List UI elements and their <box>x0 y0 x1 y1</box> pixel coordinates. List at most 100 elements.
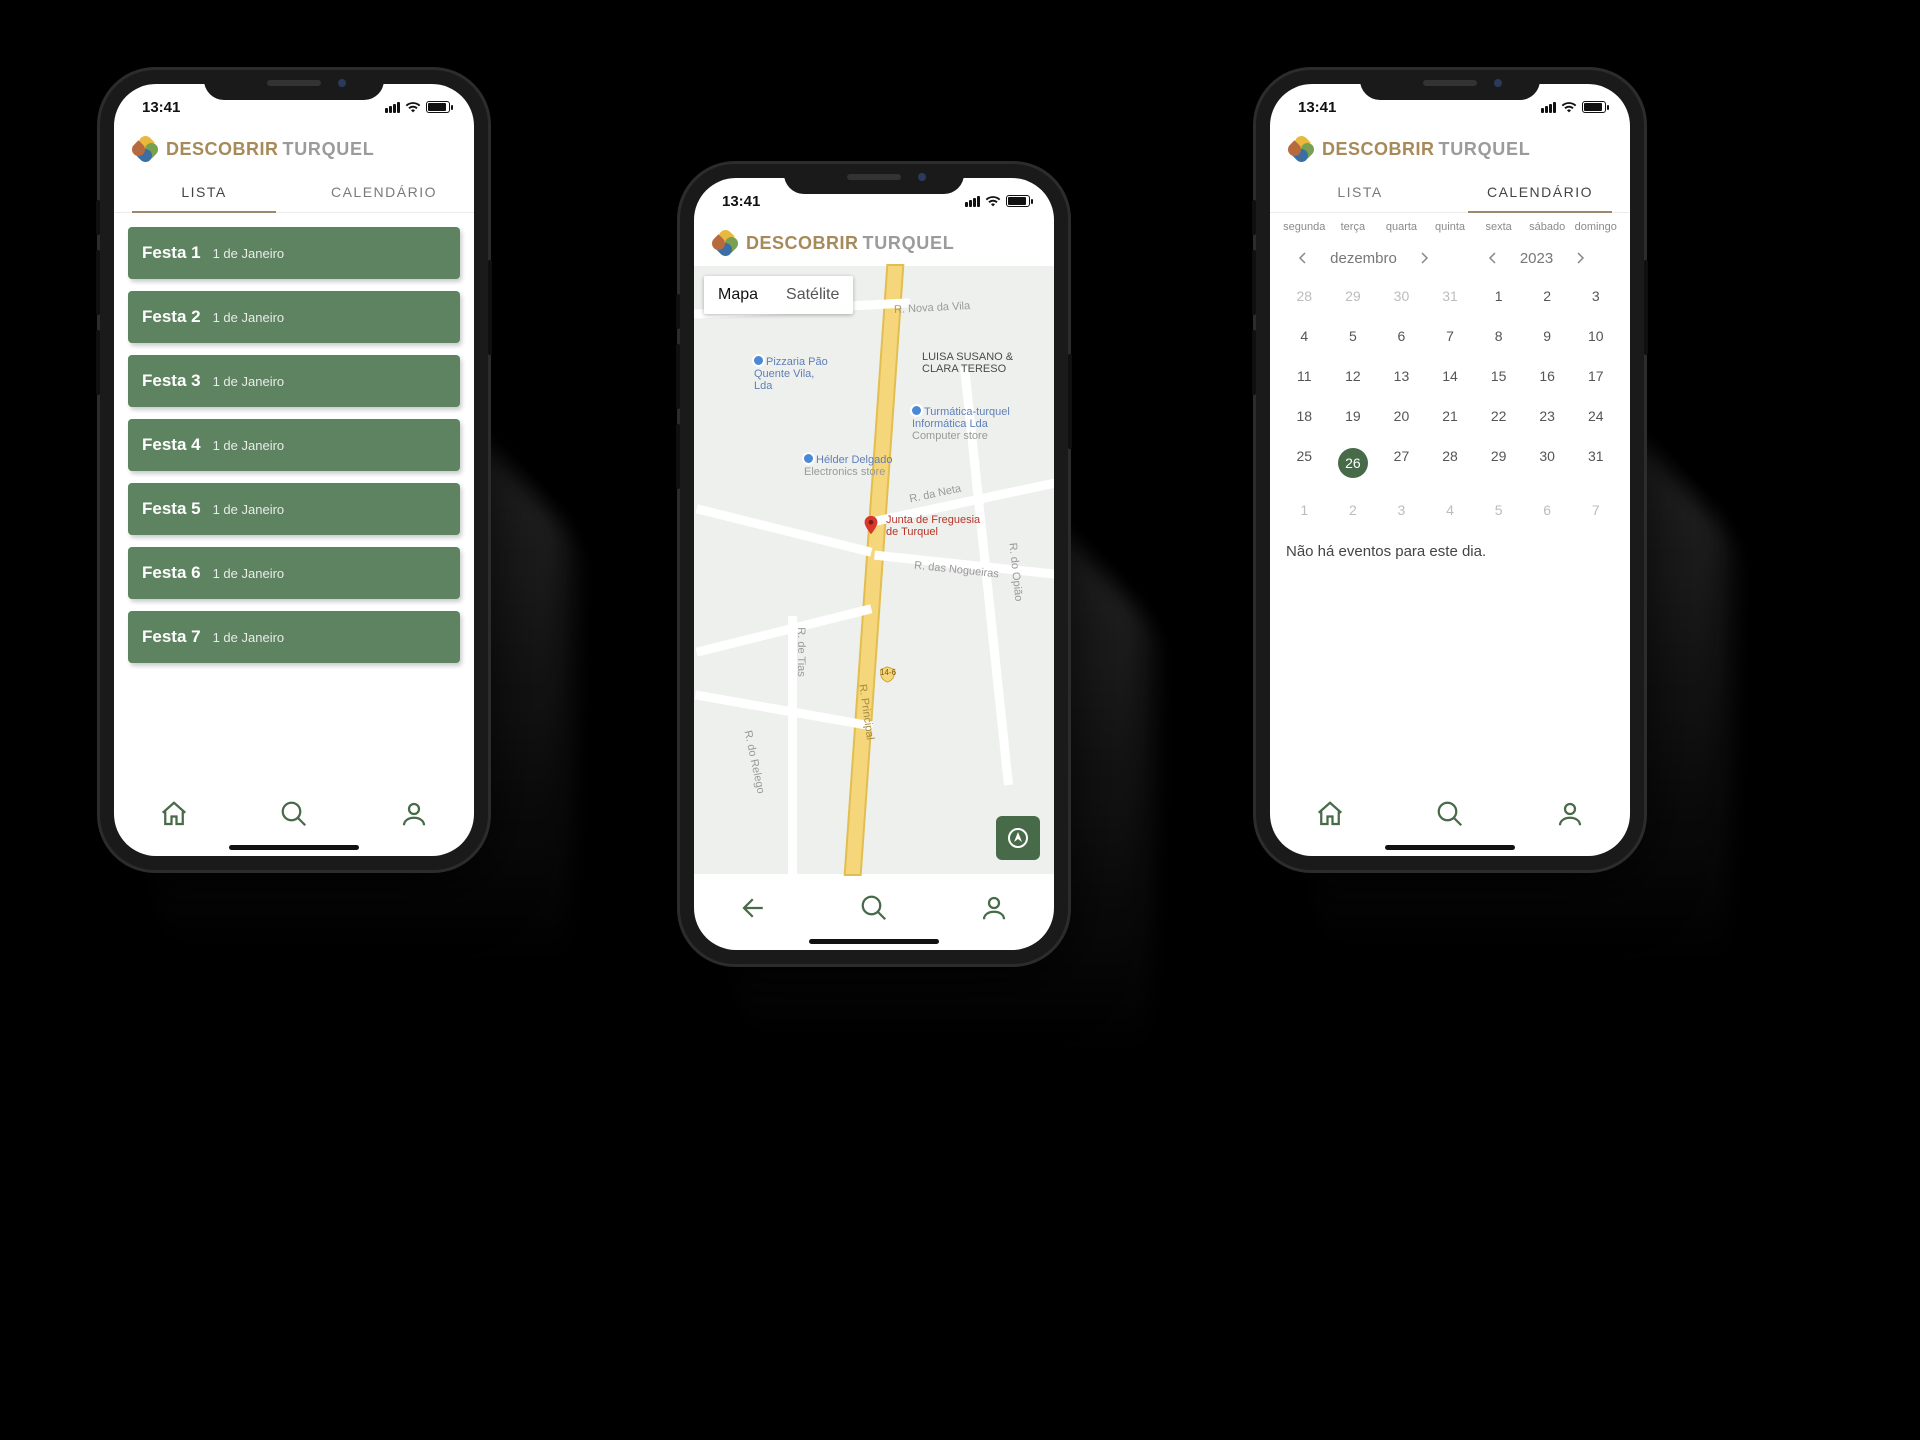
map-type-toggle[interactable]: Mapa Satélite <box>704 276 853 314</box>
list-item[interactable]: Festa 41 de Janeiro <box>128 419 460 471</box>
battery-icon <box>426 101 450 113</box>
nav-back-button[interactable] <box>737 891 771 925</box>
calendar-day[interactable]: 29 <box>1329 281 1378 311</box>
next-month-button[interactable] <box>1415 249 1433 267</box>
nav-profile-button[interactable] <box>397 797 431 831</box>
nav-search-button[interactable] <box>1433 797 1467 831</box>
nav-search-button[interactable] <box>277 797 311 831</box>
dow-label: terça <box>1329 221 1378 233</box>
list-item[interactable]: Festa 71 de Janeiro <box>128 611 460 663</box>
list-item-title: Festa 6 <box>142 563 201 583</box>
calendar-day[interactable]: 13 <box>1377 361 1426 391</box>
calendar-day[interactable]: 9 <box>1523 321 1572 351</box>
map-pin-icon[interactable] <box>860 514 882 536</box>
calendar-day[interactable]: 5 <box>1329 321 1378 351</box>
calendar-day[interactable]: 1 <box>1280 495 1329 525</box>
calendar-day[interactable]: 7 <box>1571 495 1620 525</box>
map-canvas[interactable]: Mapa Satélite Igreja Paroquial de R. Nov… <box>694 266 1054 874</box>
brand-primary: DESCOBRIR <box>1322 139 1435 160</box>
calendar-day[interactable]: 4 <box>1280 321 1329 351</box>
calendar-day[interactable]: 28 <box>1280 281 1329 311</box>
calendar-day[interactable]: 26 <box>1329 441 1378 485</box>
calendar-day[interactable]: 30 <box>1377 281 1426 311</box>
calendar-day[interactable]: 19 <box>1329 401 1378 431</box>
month-label: dezembro <box>1330 250 1397 267</box>
calendar-day[interactable]: 1 <box>1474 281 1523 311</box>
map-type-mapa[interactable]: Mapa <box>704 276 772 314</box>
calendar-day[interactable]: 15 <box>1474 361 1523 391</box>
calendar-day[interactable]: 25 <box>1280 441 1329 485</box>
calendar-day[interactable]: 8 <box>1474 321 1523 351</box>
calendar-day[interactable]: 3 <box>1377 495 1426 525</box>
app-header: DESCOBRIR TURQUEL <box>114 130 474 172</box>
battery-icon <box>1006 195 1030 207</box>
home-indicator[interactable] <box>229 845 359 850</box>
calendar-day[interactable]: 5 <box>1474 495 1523 525</box>
calendar-day[interactable]: 12 <box>1329 361 1378 391</box>
poi-icon <box>754 356 763 365</box>
calendar-day[interactable]: 6 <box>1523 495 1572 525</box>
calendar-day[interactable]: 2 <box>1329 495 1378 525</box>
calendar-day[interactable]: 28 <box>1426 441 1475 485</box>
list-item[interactable]: Festa 61 de Janeiro <box>128 547 460 599</box>
calendar-day[interactable]: 14 <box>1426 361 1475 391</box>
calendar-day[interactable]: 18 <box>1280 401 1329 431</box>
calendar-day[interactable]: 29 <box>1474 441 1523 485</box>
route-number: 14-6 <box>880 669 896 678</box>
tab-lista[interactable]: LISTA <box>114 172 294 212</box>
list-item-title: Festa 7 <box>142 627 201 647</box>
calendar-day[interactable]: 24 <box>1571 401 1620 431</box>
calendar-day[interactable]: 10 <box>1571 321 1620 351</box>
calendar-day[interactable]: 3 <box>1571 281 1620 311</box>
map-type-satelite[interactable]: Satélite <box>772 276 853 314</box>
calendar-day[interactable]: 23 <box>1523 401 1572 431</box>
map-label: Turmática-turquel Informática LdaCompute… <box>912 406 1022 442</box>
calendar-day[interactable]: 27 <box>1377 441 1426 485</box>
calendar-day[interactable]: 6 <box>1377 321 1426 351</box>
locate-button[interactable] <box>996 816 1040 860</box>
list-item[interactable]: Festa 51 de Janeiro <box>128 483 460 535</box>
calendar-day[interactable]: 11 <box>1280 361 1329 391</box>
tab-calendario[interactable]: CALENDÁRIO <box>1450 172 1630 212</box>
list-item-date: 1 de Janeiro <box>213 246 285 261</box>
status-time: 13:41 <box>142 99 180 116</box>
home-indicator[interactable] <box>1385 845 1515 850</box>
nav-profile-button[interactable] <box>977 891 1011 925</box>
calendar-day[interactable]: 20 <box>1377 401 1426 431</box>
brand-primary: DESCOBRIR <box>746 233 859 254</box>
festa-list[interactable]: Festa 11 de Janeiro Festa 21 de Janeiro Fe… <box>114 213 474 780</box>
calendar-day[interactable]: 2 <box>1523 281 1572 311</box>
calendar-day[interactable]: 22 <box>1474 401 1523 431</box>
list-item[interactable]: Festa 31 de Janeiro <box>128 355 460 407</box>
calendar-day[interactable]: 31 <box>1571 441 1620 485</box>
map-pin-label: Junta de Freguesia de Turquel <box>886 514 986 538</box>
logo-icon <box>132 136 158 162</box>
signal-icon <box>1541 102 1556 113</box>
dow-label: quinta <box>1426 221 1475 233</box>
home-indicator[interactable] <box>809 939 939 944</box>
brand-secondary: TURQUEL <box>283 139 375 160</box>
calendar-day[interactable]: 31 <box>1426 281 1475 311</box>
calendar-day[interactable]: 4 <box>1426 495 1475 525</box>
tab-calendario[interactable]: CALENDÁRIO <box>294 172 474 212</box>
year-label: 2023 <box>1520 250 1553 267</box>
nav-search-button[interactable] <box>857 891 891 925</box>
prev-month-button[interactable] <box>1294 249 1312 267</box>
calendar-day[interactable]: 17 <box>1571 361 1620 391</box>
list-item-date: 1 de Janeiro <box>213 310 285 325</box>
calendar-day[interactable]: 7 <box>1426 321 1475 351</box>
calendar-day[interactable]: 21 <box>1426 401 1475 431</box>
list-item[interactable]: Festa 11 de Janeiro <box>128 227 460 279</box>
calendar-grid[interactable]: 2829303112345678910111213141516171819202… <box>1280 281 1620 525</box>
calendar-day[interactable]: 16 <box>1523 361 1572 391</box>
nav-home-button[interactable] <box>157 797 191 831</box>
dow-label: sexta <box>1474 221 1523 233</box>
next-year-button[interactable] <box>1571 249 1589 267</box>
tab-lista[interactable]: LISTA <box>1270 172 1450 212</box>
prev-year-button[interactable] <box>1484 249 1502 267</box>
nav-profile-button[interactable] <box>1553 797 1587 831</box>
list-item[interactable]: Festa 21 de Janeiro <box>128 291 460 343</box>
calendar-day[interactable]: 30 <box>1523 441 1572 485</box>
dow-label: quarta <box>1377 221 1426 233</box>
nav-home-button[interactable] <box>1313 797 1347 831</box>
